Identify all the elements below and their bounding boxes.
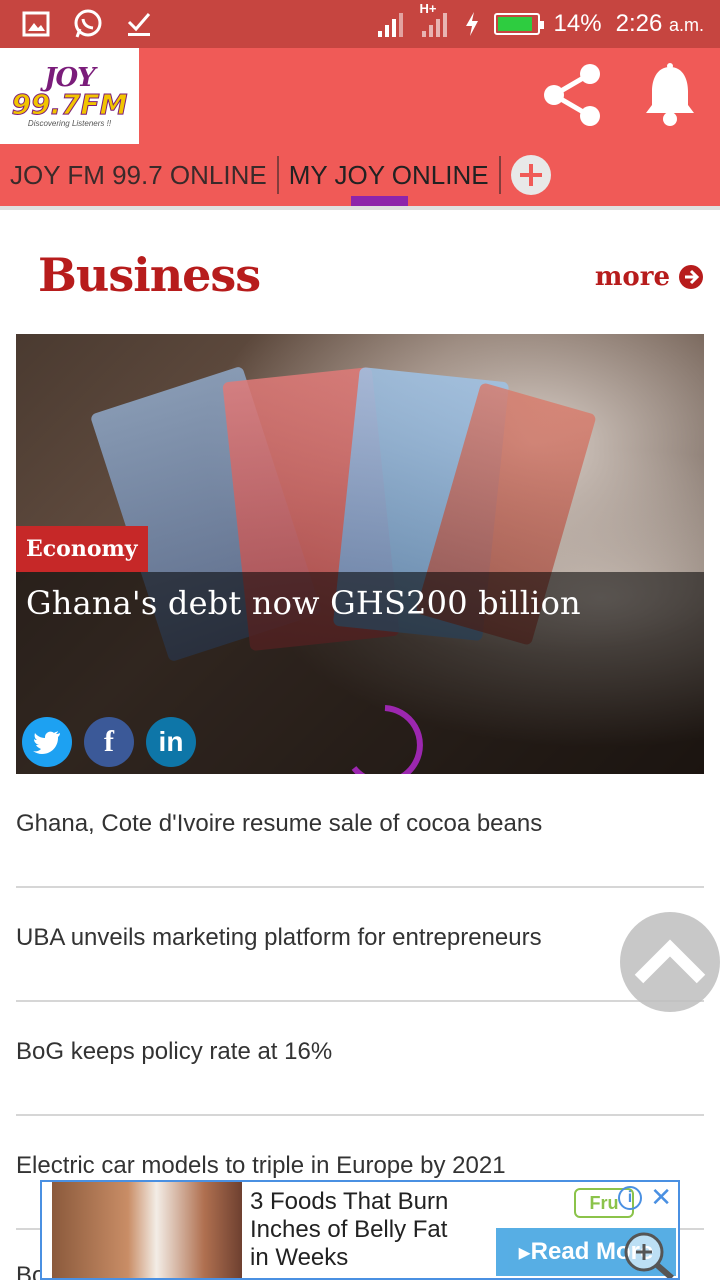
list-item[interactable]: Ghana, Cote d'Ivoire resume sale of coco… xyxy=(16,774,704,888)
list-item-title: Ghana, Cote d'Ivoire resume sale of coco… xyxy=(16,810,543,837)
logo-name: JOY xyxy=(44,62,96,93)
download-complete-icon xyxy=(126,10,152,38)
linkedin-icon[interactable]: in xyxy=(146,717,196,767)
ad-image xyxy=(52,1182,242,1278)
list-item-title: UBA unveils marketing platform for entre… xyxy=(16,924,542,951)
clock: 2:26 a.m. xyxy=(616,10,704,38)
tab-bar-divider xyxy=(0,206,720,210)
category-badge[interactable]: Economy xyxy=(16,526,148,572)
arrow-right-circle-icon xyxy=(679,265,703,289)
logo-tagline: Discovering Listeners !! xyxy=(27,118,112,128)
tab-label: MY JOY ONLINE xyxy=(288,159,489,190)
gallery-notification-icon xyxy=(22,11,50,37)
ad-headline: 3 Foods That Burn Inches of Belly Fat in… xyxy=(250,1188,448,1272)
more-label: more xyxy=(594,262,670,292)
twitter-icon[interactable] xyxy=(22,717,72,767)
tab-divider xyxy=(498,156,501,194)
facebook-icon[interactable]: f xyxy=(84,717,134,767)
plus-icon xyxy=(519,164,542,186)
list-item-title: BoG keeps policy rate at 16% xyxy=(16,1038,333,1065)
ad-line: Inches of Belly Fat xyxy=(250,1216,448,1243)
more-link[interactable]: more xyxy=(595,262,704,292)
social-share-buttons: f in xyxy=(22,717,196,767)
loading-spinner-icon xyxy=(351,705,423,774)
ad-line: 3 Foods That Burn xyxy=(250,1188,449,1215)
app-header: JOY 99.7FM Discovering Listeners !! xyxy=(0,48,720,144)
clock-ampm: a.m. xyxy=(668,15,704,35)
clock-time: 2:26 xyxy=(615,10,663,37)
hero-article-card[interactable]: Economy Ghana's debt now GHS200 billion … xyxy=(16,334,704,774)
tab-bar: JOY FM 99.7 ONLINE MY JOY ONLINE xyxy=(0,144,720,206)
zoom-in-icon[interactable] xyxy=(622,1230,678,1278)
tab-joy-fm-online[interactable]: JOY FM 99.7 ONLINE xyxy=(0,144,277,206)
chevron-up-icon xyxy=(634,939,706,984)
section-title: Business xyxy=(38,248,261,302)
list-item-title: Electric car models to triple in Europe … xyxy=(16,1152,506,1179)
network-type-label: H+ xyxy=(419,1,437,16)
ad-line: in Weeks xyxy=(250,1244,349,1271)
list-item[interactable]: BoG keeps policy rate at 16% xyxy=(16,1002,704,1116)
notification-bell-icon[interactable] xyxy=(642,63,698,132)
joy-fm-logo[interactable]: JOY 99.7FM Discovering Listeners !! xyxy=(0,48,139,144)
ad-info-icon[interactable]: i xyxy=(618,1186,642,1210)
scroll-to-top-button[interactable] xyxy=(620,912,720,1012)
whatsapp-notification-icon xyxy=(72,8,104,40)
battery-icon xyxy=(493,13,544,35)
hero-headline[interactable]: Ghana's debt now GHS200 billion xyxy=(26,584,581,622)
ad-close-icon[interactable]: ✕ xyxy=(650,1182,672,1213)
charging-icon xyxy=(464,11,480,37)
signal-icon xyxy=(376,11,406,37)
tab-my-joy-online[interactable]: MY JOY ONLINE xyxy=(279,144,499,206)
tab-label: JOY FM 99.7 ONLINE xyxy=(10,159,267,190)
battery-percent: 14% xyxy=(553,10,602,37)
share-icon[interactable] xyxy=(540,62,606,133)
logo-frequency: 99.7FM xyxy=(11,87,128,121)
data-signal-icon: H+ xyxy=(420,1,450,37)
status-bar: H+ 14% 2:26 a.m. xyxy=(0,0,720,48)
add-tab-button[interactable] xyxy=(510,155,551,195)
list-item[interactable]: UBA unveils marketing platform for entre… xyxy=(16,888,704,1002)
ad-banner[interactable]: 3 Foods That Burn Inches of Belly Fat in… xyxy=(40,1180,680,1280)
